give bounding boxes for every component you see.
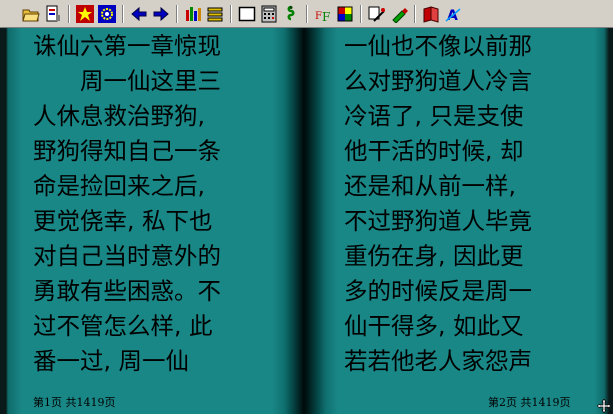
window-icon[interactable] xyxy=(238,5,256,23)
svg-text:F: F xyxy=(322,10,330,23)
text-line: 若若他老人家怨声 xyxy=(344,347,532,375)
text-line: 勇敢有些困惑。不 xyxy=(33,277,221,305)
toolbar: FF A xyxy=(0,0,613,28)
move-cursor-icon[interactable] xyxy=(596,398,612,414)
text-line: 冷语了, 只是支使 xyxy=(344,102,524,130)
text-line: 他干活的时候, 却 xyxy=(344,137,524,165)
text-line: 还是和从前一样, xyxy=(344,172,516,200)
text-line: 对自己当时意外的 xyxy=(33,242,221,270)
calculator-icon[interactable] xyxy=(260,5,278,23)
font-a-icon[interactable]: A xyxy=(444,5,462,23)
gear-icon[interactable] xyxy=(98,5,116,23)
text-line: 仙干得多, 如此又 xyxy=(344,312,524,340)
svg-text:F: F xyxy=(315,11,322,22)
right-page-number: 第2页 共1419页 xyxy=(488,396,571,409)
text-line: 番一过, 周一仙 xyxy=(33,347,189,375)
toolbar-separator xyxy=(414,5,416,23)
stack-icon[interactable] xyxy=(206,5,224,23)
text-line: 诛仙六第一章惊现 xyxy=(33,32,221,60)
book-icon[interactable] xyxy=(422,5,440,23)
color-bars-icon[interactable] xyxy=(184,5,202,23)
text-line: 人休息救治野狗, xyxy=(33,102,205,130)
grid-color-icon[interactable] xyxy=(336,5,354,23)
text-line: 命是捡回来之后, xyxy=(33,172,205,200)
bookmark-file-icon[interactable] xyxy=(44,5,62,23)
star-icon[interactable] xyxy=(76,5,94,23)
toolbar-separator xyxy=(122,5,124,23)
book-view: 诛仙六第一章惊现 周一仙这里三 人休息救治野狗, 野狗得知自己一条 命是捡回来之… xyxy=(0,28,613,414)
toolbar-separator xyxy=(68,5,70,23)
left-page-number: 第1页 共1419页 xyxy=(33,396,116,409)
toolbar-separator xyxy=(360,5,362,23)
toolbar-separator xyxy=(306,5,308,23)
text-line: 更觉侥幸, 私下也 xyxy=(33,207,213,235)
brush-icon[interactable] xyxy=(390,5,408,23)
snake-icon[interactable] xyxy=(282,5,300,23)
text-line: 不过野狗道人毕竟 xyxy=(344,207,532,235)
text-line: 周一仙这里三 xyxy=(33,67,221,95)
text-line: 过不管怎么样, 此 xyxy=(33,312,213,340)
text-line: 重伤在身, 因此更 xyxy=(344,242,524,270)
magic-icon[interactable] xyxy=(368,5,386,23)
arrow-left-icon[interactable] xyxy=(130,5,148,23)
text-line: 野狗得知自己一条 xyxy=(33,137,221,165)
open-folder-icon[interactable] xyxy=(22,5,40,23)
text-line: 么对野狗道人冷言 xyxy=(344,67,532,95)
toolbar-separator xyxy=(176,5,178,23)
text-line: 多的时候反是周一 xyxy=(344,277,532,305)
toolbar-separator xyxy=(230,5,232,23)
arrow-right-icon[interactable] xyxy=(152,5,170,23)
text-line: 一仙也不像以前那 xyxy=(344,32,532,60)
font-ff-icon[interactable]: FF xyxy=(314,5,332,23)
